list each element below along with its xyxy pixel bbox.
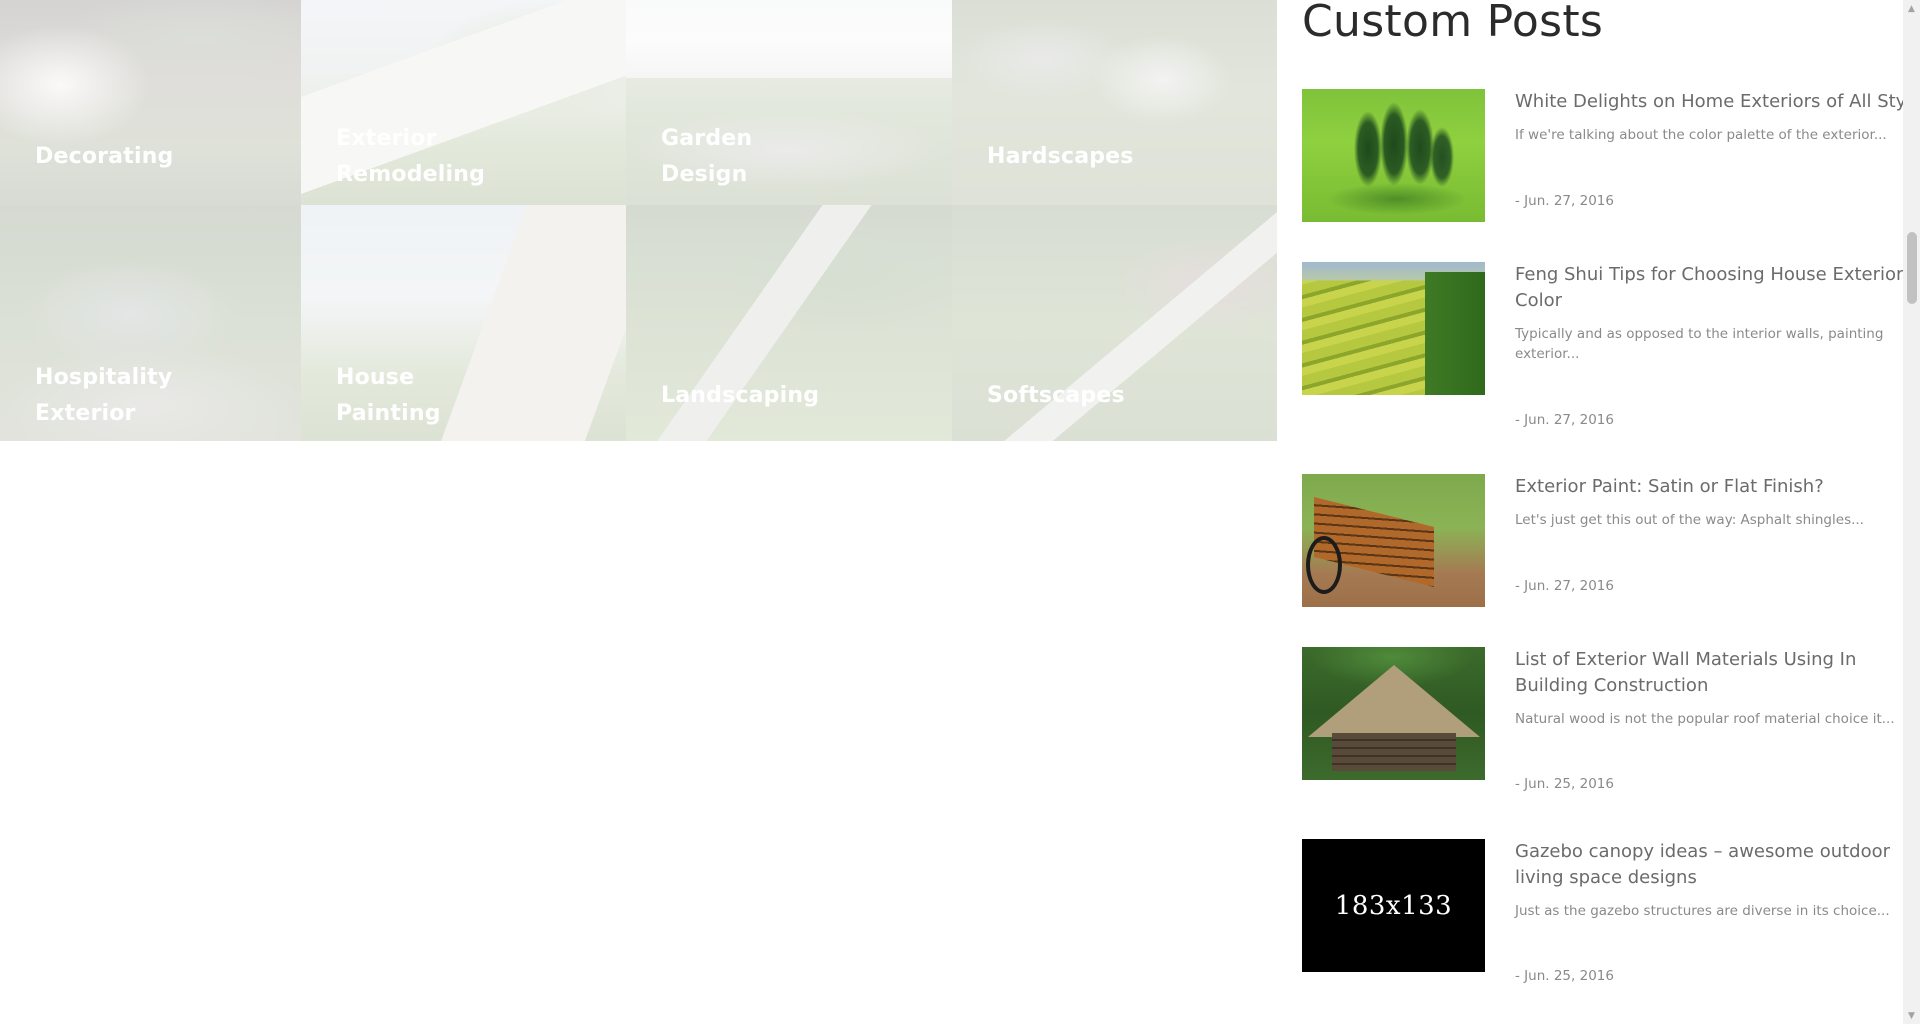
scroll-down-arrow-icon[interactable]: ▼ bbox=[1903, 1007, 1920, 1024]
post-thumbnail[interactable] bbox=[1302, 474, 1485, 607]
hedge-right bbox=[1425, 272, 1485, 395]
post-thumbnail[interactable] bbox=[1302, 89, 1485, 222]
category-tile-decorating[interactable]: Decorating bbox=[0, 0, 301, 205]
category-tile-hardscapes[interactable]: Hardscapes bbox=[952, 0, 1277, 205]
scroll-up-arrow-icon[interactable]: ▲ bbox=[1903, 0, 1920, 17]
category-label: Landscaping bbox=[661, 383, 820, 408]
placeholder-size-text: 183x133 bbox=[1334, 890, 1453, 921]
post-date: - Jun. 25, 2016 bbox=[1515, 968, 1614, 984]
post-date: - Jun. 27, 2016 bbox=[1515, 578, 1614, 594]
post-excerpt: Typically and as opposed to the interior… bbox=[1515, 326, 1884, 362]
post-content: Feng Shui Tips for Choosing House Exteri… bbox=[1515, 262, 1905, 428]
post-content: White Delights on Home Exteriors of All … bbox=[1515, 89, 1920, 209]
post-date: - Jun. 25, 2016 bbox=[1515, 776, 1614, 792]
category-label: Softscapes bbox=[987, 383, 1125, 408]
post-thumbnail[interactable] bbox=[1302, 262, 1485, 395]
post-date: - Jun. 27, 2016 bbox=[1515, 412, 1614, 428]
page: Decorating Exterior Remodeling Garden De… bbox=[0, 0, 1920, 1024]
hut-wall bbox=[1332, 733, 1456, 771]
category-label: Exterior Remodeling bbox=[336, 126, 486, 187]
category-tile-hospitality-exterior[interactable]: Hospitality Exterior bbox=[0, 205, 301, 441]
post-excerpt: Let's just get this out of the way: Asph… bbox=[1515, 512, 1864, 528]
scrollbar-thumb[interactable] bbox=[1907, 232, 1917, 304]
bench-arm bbox=[1306, 536, 1342, 594]
category-label: Hospitality Exterior bbox=[35, 365, 173, 426]
post-excerpt: Just as the gazebo structures are divers… bbox=[1515, 903, 1890, 919]
category-label: Hardscapes bbox=[987, 144, 1134, 169]
category-label: House Painting bbox=[336, 365, 441, 426]
post-excerpt: If we're talking about the color palette… bbox=[1515, 127, 1887, 143]
category-tile-softscapes[interactable]: Softscapes bbox=[952, 205, 1277, 441]
post-thumbnail-placeholder[interactable]: 183x133 bbox=[1302, 839, 1485, 972]
post-content: Gazebo canopy ideas – awesome outdoor li… bbox=[1515, 839, 1905, 984]
hut-roof bbox=[1308, 665, 1480, 737]
post-title-link[interactable]: Gazebo canopy ideas – awesome outdoor li… bbox=[1515, 839, 1905, 891]
category-label: Decorating bbox=[35, 144, 174, 169]
post-title-link[interactable]: List of Exterior Wall Materials Using In… bbox=[1515, 647, 1905, 699]
post-title-link[interactable]: Feng Shui Tips for Choosing House Exteri… bbox=[1515, 262, 1905, 314]
category-tile-exterior-remodeling[interactable]: Exterior Remodeling bbox=[301, 0, 626, 205]
category-label: Garden Design bbox=[661, 126, 753, 187]
post-date: - Jun. 27, 2016 bbox=[1515, 193, 1614, 209]
category-grid: Decorating Exterior Remodeling Garden De… bbox=[0, 0, 1277, 441]
post-title-link[interactable]: Exterior Paint: Satin or Flat Finish? bbox=[1515, 474, 1905, 500]
category-tile-house-painting[interactable]: House Painting bbox=[301, 205, 626, 441]
category-tile-landscaping[interactable]: Landscaping bbox=[626, 205, 952, 441]
post-content: List of Exterior Wall Materials Using In… bbox=[1515, 647, 1905, 792]
category-tile-garden-design[interactable]: Garden Design bbox=[626, 0, 952, 205]
post-title-link[interactable]: White Delights on Home Exteriors of All … bbox=[1515, 89, 1920, 115]
post-thumbnail[interactable] bbox=[1302, 647, 1485, 780]
post-excerpt: Natural wood is not the popular roof mat… bbox=[1515, 711, 1895, 727]
post-content: Exterior Paint: Satin or Flat Finish? Le… bbox=[1515, 474, 1905, 594]
widget-title: Custom Posts bbox=[1302, 0, 1604, 47]
page-scrollbar[interactable]: ▲ ▼ bbox=[1903, 0, 1920, 1024]
